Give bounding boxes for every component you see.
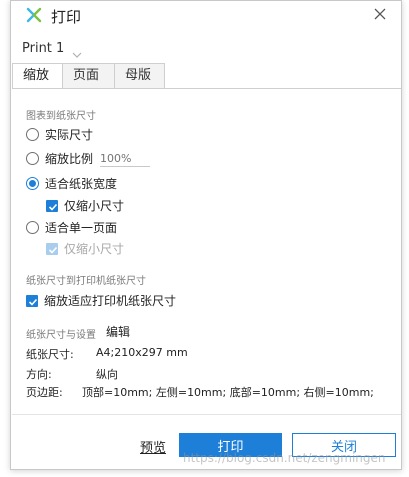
checkbox-fit-width-shrink-only-control[interactable]: [46, 199, 58, 212]
printer-select-value: Print 1: [22, 40, 65, 56]
info-value: A4;210x297 mm: [96, 346, 188, 359]
checkbox-fit-width-shrink-only-label: 仅缩小尺寸: [64, 199, 125, 213]
close-button[interactable]: 关闭: [292, 433, 396, 457]
info-key: 纸张尺寸:: [26, 348, 74, 361]
section-title-chart-to-paper: 图表到纸张尺寸: [26, 111, 96, 122]
radio-scale-ratio-label: 缩放比例: [45, 152, 94, 166]
edit-paper-settings-link[interactable]: 编辑: [106, 323, 130, 340]
close-icon[interactable]: [371, 5, 389, 23]
radio-fit-paper-width-control[interactable]: [26, 177, 39, 190]
tab-master[interactable]: 母版: [114, 63, 165, 89]
section-title-paper-settings: 纸张尺寸与设置: [26, 330, 96, 341]
app-logo-icon: [26, 7, 42, 23]
info-value: 纵向: [96, 368, 118, 381]
tab-bar: 缩放 页面 母版: [12, 63, 165, 89]
checkbox-fit-width-shrink-only[interactable]: 仅缩小尺寸: [46, 197, 124, 214]
radio-actual-size-label: 实际尺寸: [45, 128, 94, 142]
radio-scale-ratio[interactable]: 缩放比例: [26, 150, 151, 167]
print-dialog: 打印 Print 1 缩放 页面 母版 图表到纸张尺寸 实际尺寸 缩放比例 10…: [10, 0, 402, 470]
radio-fit-paper-width-label: 适合纸张宽度: [45, 177, 118, 191]
info-row-paper-size: 纸张尺寸: A4;210x297 mm: [26, 346, 188, 362]
print-button[interactable]: 打印: [179, 433, 282, 457]
radio-fit-single-page[interactable]: 适合单一页面: [26, 219, 117, 236]
printer-select[interactable]: Print 1: [22, 39, 82, 58]
checkbox-fit-page-shrink-only-control: [46, 242, 58, 255]
scale-ratio-input[interactable]: [100, 150, 151, 167]
preview-link[interactable]: 预览: [140, 437, 166, 456]
title-bar: 打印: [11, 1, 401, 29]
checkbox-scale-to-printer-label: 缩放适应打印机纸张尺寸: [44, 294, 177, 308]
checkbox-scale-to-printer[interactable]: 缩放适应打印机纸张尺寸: [26, 292, 176, 309]
info-row-orientation: 方向: 纵向: [26, 366, 118, 382]
tab-page[interactable]: 页面: [62, 63, 115, 89]
radio-fit-single-page-label: 适合单一页面: [45, 221, 118, 235]
radio-actual-size[interactable]: 实际尺寸: [26, 126, 93, 143]
info-value: 顶部=10mm; 左侧=10mm; 底部=10mm; 右侧=10mm;: [82, 386, 374, 399]
info-key: 方向:: [26, 368, 52, 381]
radio-fit-single-page-control[interactable]: [26, 221, 39, 234]
radio-fit-paper-width[interactable]: 适合纸张宽度: [26, 175, 117, 192]
radio-actual-size-control[interactable]: [26, 128, 39, 141]
scale-tab-panel: 图表到纸张尺寸 实际尺寸 缩放比例 适合纸张宽度 仅缩小尺寸 适合单一页面: [12, 88, 401, 415]
footer-divider: [12, 414, 401, 415]
checkbox-fit-page-shrink-only-label: 仅缩小尺寸: [64, 242, 125, 256]
radio-scale-ratio-control[interactable]: [26, 152, 39, 165]
info-row-margins: 页边距: 顶部=10mm; 左侧=10mm; 底部=10mm; 右侧=10mm;: [26, 384, 374, 400]
tab-scale[interactable]: 缩放: [12, 63, 63, 89]
checkbox-fit-page-shrink-only: 仅缩小尺寸: [46, 240, 124, 257]
chevron-down-icon: [72, 44, 82, 58]
section-title-paper-to-printer: 纸张尺寸到打印机纸张尺寸: [26, 276, 146, 287]
checkbox-scale-to-printer-control[interactable]: [26, 294, 38, 307]
dialog-title: 打印: [51, 8, 82, 26]
